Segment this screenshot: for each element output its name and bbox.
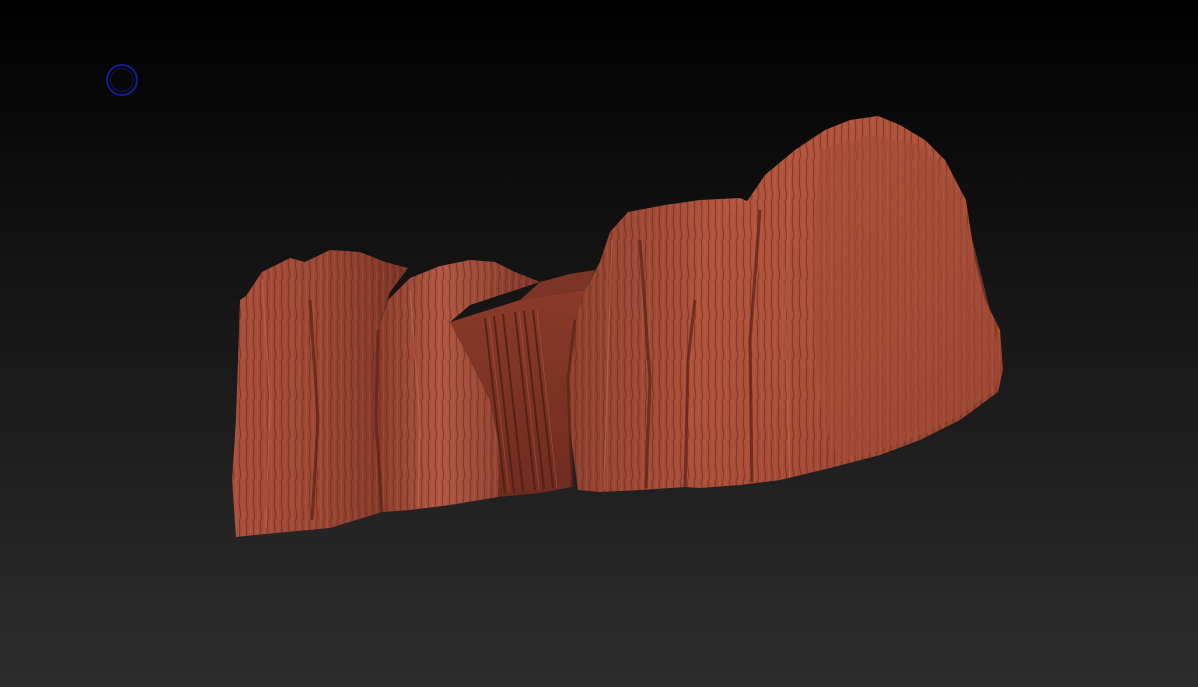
sculpt-model-canyon[interactable] (0, 0, 1198, 687)
3d-viewport[interactable] (0, 0, 1198, 687)
